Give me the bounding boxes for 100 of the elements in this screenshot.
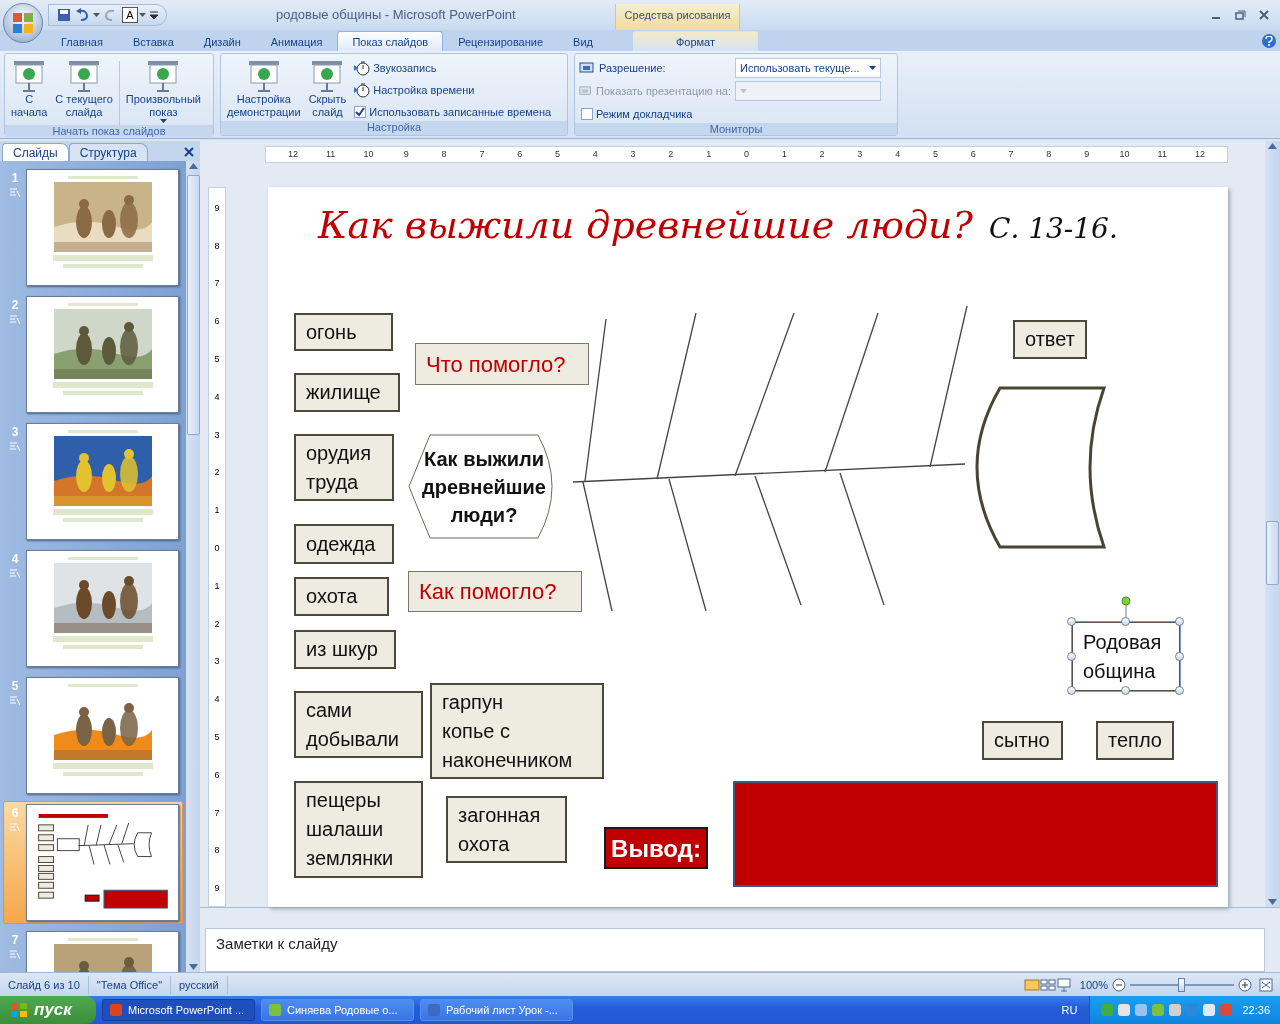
- resize-handle[interactable]: [1175, 686, 1184, 695]
- term-box[interactable]: гарпун копье с наконечником: [430, 683, 604, 779]
- scrollbar[interactable]: [1265, 141, 1280, 907]
- term-box[interactable]: огонь: [294, 313, 393, 351]
- question-mark-icon: [1265, 36, 1273, 46]
- restore-icon[interactable]: [1234, 9, 1246, 21]
- ruler-number: 11: [325, 148, 337, 161]
- slide-number: 6: [11, 806, 19, 820]
- ribbon-tab[interactable]: Анимация: [255, 31, 338, 51]
- ruler-number: 2: [213, 617, 221, 631]
- ruler-number: 5: [931, 148, 939, 161]
- ruler-number: 8: [440, 148, 448, 161]
- resize-handle[interactable]: [1121, 617, 1130, 626]
- tray-icon[interactable]: [1202, 1003, 1217, 1017]
- slide-thumbnail[interactable]: [26, 804, 179, 921]
- term-box[interactable]: сытно: [982, 721, 1063, 760]
- ribbon-tab[interactable]: Показ слайдов: [337, 31, 444, 51]
- slide-sorter-icon[interactable]: [1039, 977, 1056, 992]
- ribbon-button[interactable]: Настройка демонстрации: [225, 57, 303, 121]
- undo-icon[interactable]: [75, 8, 89, 22]
- close-icon[interactable]: [1258, 9, 1270, 21]
- question-box[interactable]: Что помогло?: [415, 343, 589, 385]
- taskbar-button[interactable]: Рабочий лист Урок -...: [420, 999, 573, 1021]
- fit-to-window-icon[interactable]: [1258, 977, 1274, 992]
- term-box[interactable]: из шкур: [294, 630, 396, 669]
- ruler-number: 3: [856, 148, 864, 161]
- scroll-up-icon: [188, 163, 198, 169]
- office-button[interactable]: [3, 3, 43, 43]
- term-box[interactable]: жилище: [294, 373, 400, 412]
- slide-thumbnail[interactable]: [26, 169, 179, 286]
- spellcheck-icon[interactable]: [1023, 977, 1040, 992]
- resize-handle[interactable]: [1175, 617, 1184, 626]
- ribbon-tab[interactable]: Дизайн: [188, 31, 256, 51]
- app-icon: [427, 1003, 441, 1017]
- term-box[interactable]: ответ: [1013, 320, 1087, 359]
- ribbon-button[interactable]: Произвольный показ: [123, 57, 203, 125]
- ruler-number: 2: [667, 148, 675, 161]
- resize-handle[interactable]: [1121, 686, 1130, 695]
- resize-handle[interactable]: [1067, 686, 1076, 695]
- term-box[interactable]: тепло: [1096, 721, 1174, 760]
- scroll-thumb[interactable]: [1266, 521, 1279, 585]
- caret-icon: [740, 89, 747, 93]
- taskbar-button[interactable]: Синяева Родовые о...: [261, 999, 414, 1021]
- zoom-in-icon[interactable]: [1238, 977, 1252, 992]
- slide-thumbnail[interactable]: [26, 550, 179, 667]
- resize-handle[interactable]: [1067, 651, 1076, 661]
- ribbon-button[interactable]: Скрыть слайд: [306, 57, 349, 121]
- language-indicator[interactable]: RU: [1061, 1004, 1078, 1016]
- term-box[interactable]: орудия труда: [294, 434, 394, 501]
- scrollbar[interactable]: [186, 161, 200, 972]
- checkbox[interactable]: Использовать записанные времена: [352, 102, 554, 121]
- projector-screen-icon: [310, 59, 345, 93]
- term-box[interactable]: одежда: [294, 524, 394, 564]
- page-reference: С. 13-16.: [988, 212, 1118, 245]
- conclusion-box[interactable]: Вывод:: [604, 827, 708, 869]
- slide-thumbnail[interactable]: [26, 296, 179, 413]
- scroll-thumb[interactable]: [186, 175, 200, 435]
- ribbon-tab[interactable]: Вставка: [117, 31, 189, 51]
- ribbon-button[interactable]: Звукозапись: [352, 58, 554, 77]
- pane-tab[interactable]: Структура: [68, 143, 148, 161]
- ribbon-button[interactable]: С начала: [9, 57, 50, 121]
- ribbon-tab[interactable]: Рецензирование: [443, 31, 559, 51]
- app-icon: [268, 1003, 282, 1017]
- tray-icon[interactable]: [1134, 1003, 1149, 1017]
- resize-handle[interactable]: [1175, 651, 1184, 661]
- term-box[interactable]: охота: [294, 577, 389, 616]
- close-icon[interactable]: [184, 147, 194, 157]
- dropdown-field[interactable]: Использовать текуще...: [735, 58, 881, 78]
- question-box[interactable]: Как помогло?: [408, 571, 582, 612]
- zoom-slider-thumb[interactable]: [1178, 977, 1185, 992]
- font-color-button[interactable]: A: [122, 7, 138, 23]
- notes-field[interactable]: Заметки к слайду: [205, 928, 1265, 972]
- help-icon[interactable]: [1262, 34, 1276, 48]
- term-box[interactable]: сами добывали: [294, 691, 423, 758]
- taskbar-button[interactable]: Microsoft PowerPoint ...: [102, 999, 255, 1021]
- rotate-handle[interactable]: [1121, 596, 1131, 618]
- ribbon-button[interactable]: С текущего слайда: [53, 57, 115, 121]
- zoom-out-icon[interactable]: [1112, 977, 1126, 992]
- tray-icon[interactable]: [1168, 1003, 1183, 1017]
- ribbon-button[interactable]: Настройка времени: [352, 80, 554, 99]
- checkbox[interactable]: Режим докладчика: [579, 104, 881, 123]
- save-icon[interactable]: [57, 8, 71, 22]
- caret-icon: [869, 66, 876, 70]
- checkbox-box[interactable]: [581, 107, 593, 120]
- ribbon-tab[interactable]: Формат: [633, 31, 758, 51]
- slide-thumbnail[interactable]: [26, 677, 179, 794]
- dropdown-field[interactable]: [735, 81, 881, 101]
- slide-number: 4: [11, 552, 19, 566]
- ribbon-tab[interactable]: Вид: [558, 31, 608, 51]
- checkbox-box[interactable]: [354, 105, 367, 118]
- slide-thumbnail[interactable]: [26, 423, 179, 540]
- ruler-number: 7: [1007, 148, 1015, 161]
- resize-handle[interactable]: [1067, 617, 1076, 626]
- term-box[interactable]: пещеры шалаши землянки: [294, 781, 423, 878]
- ribbon-tab[interactable]: Главная: [46, 31, 118, 51]
- pane-tab[interactable]: Слайды: [2, 143, 69, 161]
- term-box[interactable]: загонная охота: [446, 796, 567, 863]
- slideshow-icon[interactable]: [1055, 977, 1072, 992]
- tray-icon[interactable]: [1117, 1003, 1132, 1017]
- text-box[interactable]: Родовая община: [1072, 622, 1180, 691]
